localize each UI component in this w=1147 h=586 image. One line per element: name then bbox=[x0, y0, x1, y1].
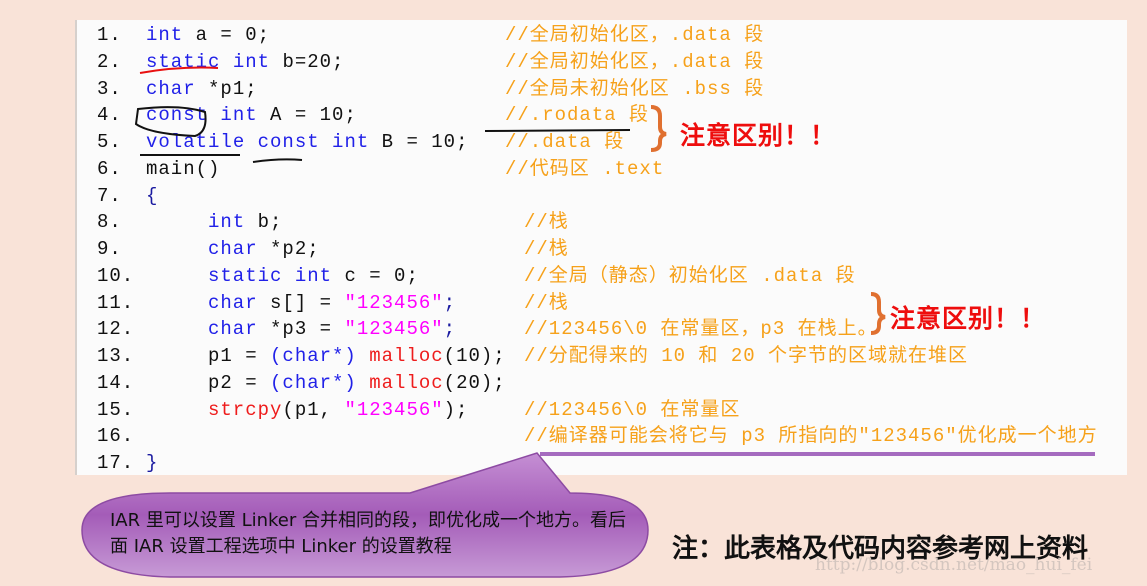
brace-icon bbox=[870, 292, 886, 335]
attention-note: 注意区别！！ bbox=[890, 304, 1047, 333]
underline-static bbox=[139, 66, 219, 74]
attention-note: 注意区别！！ bbox=[680, 121, 837, 150]
circle-const bbox=[134, 106, 207, 138]
watermark: http://blog.csdn.net/mao_hui_fei bbox=[815, 555, 1093, 575]
underline-rodata bbox=[484, 129, 631, 132]
callout-text: IAR 里可以设置 Linker 合并相同的段，即优化成一个地方。看后面 IAR… bbox=[110, 510, 626, 557]
brace-icon bbox=[650, 105, 667, 152]
underline-const bbox=[252, 158, 303, 163]
annotation-layer bbox=[81, 66, 1095, 578]
